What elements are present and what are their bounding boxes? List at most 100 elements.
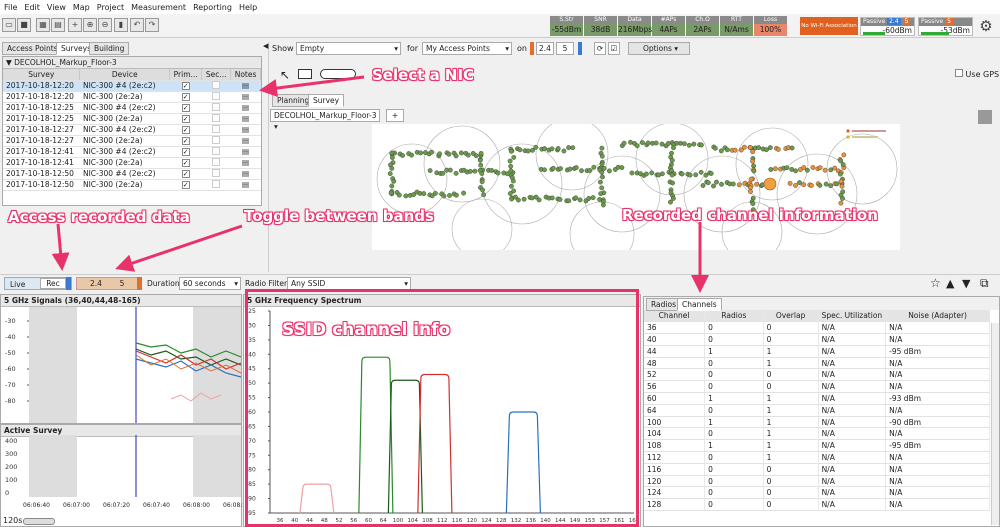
survey-row[interactable]: 2017-10-18-12:25 NIC-300 #4 (2e:c2) ✓ ▤: [3, 102, 261, 114]
radio-filter-dropdown[interactable]: Any SSID ▾: [287, 277, 411, 290]
channel-row[interactable]: 112 0 1 N/A N/A: [644, 451, 990, 464]
survey-col-header[interactable]: Notes: [230, 69, 261, 81]
floor-plan-map[interactable]: [372, 124, 900, 250]
ruler-icon[interactable]: [298, 69, 312, 79]
channel-row[interactable]: 48 0 1 N/A N/A: [644, 357, 990, 370]
notes-icon[interactable]: ▤: [242, 147, 249, 156]
secondary-checkbox[interactable]: [212, 157, 221, 166]
channel-row[interactable]: 40 0 0 N/A N/A: [644, 333, 990, 346]
menu-help[interactable]: Help: [239, 3, 257, 12]
notes-icon[interactable]: ▤: [242, 92, 249, 101]
channel-row[interactable]: 104 0 1 N/A N/A: [644, 427, 990, 441]
channel-row[interactable]: 120 0 0 N/A N/A: [644, 475, 990, 488]
secondary-checkbox[interactable]: [212, 80, 221, 89]
secondary-checkbox[interactable]: [212, 124, 221, 133]
secondary-checkbox[interactable]: [212, 179, 221, 188]
chart-icon[interactable]: ▮: [114, 18, 128, 32]
primary-checkbox[interactable]: ✓: [181, 82, 190, 90]
notes-icon[interactable]: ▤: [242, 103, 249, 112]
channel-row[interactable]: 64 0 1 N/A N/A: [644, 404, 990, 417]
checkbox-toggle[interactable]: ☑: [608, 42, 620, 55]
survey-row[interactable]: 2017-10-18-12:50 NIC-300 #4 (2e:c2) ✓ ▤: [3, 168, 261, 180]
channel-col-header[interactable]: Spec. Utilization: [818, 310, 887, 323]
notes-icon[interactable]: ▤: [242, 158, 249, 167]
menu-measurement[interactable]: Measurement: [131, 3, 186, 12]
map-band-2-4-button[interactable]: 2.4: [536, 42, 554, 55]
collapse-arrow-icon[interactable]: ◀: [263, 42, 268, 50]
redo-icon[interactable]: ↷: [145, 18, 159, 32]
settings-gear-icon[interactable]: ⚙: [978, 18, 994, 34]
channel-row[interactable]: 116 0 0 N/A N/A: [644, 463, 990, 476]
band-2-4-button[interactable]: 2.4: [84, 279, 108, 288]
primary-checkbox[interactable]: ✓: [181, 137, 190, 145]
menu-map[interactable]: Map: [73, 3, 90, 12]
move-up-icon[interactable]: ▲: [946, 277, 954, 290]
notes-icon[interactable]: ▤: [242, 114, 249, 123]
for-dropdown[interactable]: My Access Points ▾: [422, 42, 512, 55]
map-band-5-button[interactable]: 5: [556, 42, 574, 55]
floor-dropdown[interactable]: DECOLHOL_Markup_Floor-3 ▾: [270, 109, 380, 131]
survey-row[interactable]: 2017-10-18-12:27 NIC-300 (2e:2a) ✓ ▤: [3, 135, 261, 147]
secondary-checkbox[interactable]: [212, 91, 221, 100]
survey-col-header[interactable]: Sec...: [201, 69, 232, 81]
survey-row[interactable]: 2017-10-18-12:50 NIC-300 (2e:2a) ✓ ▤: [3, 179, 261, 191]
primary-checkbox[interactable]: ✓: [181, 148, 190, 156]
channel-row[interactable]: 56 0 0 N/A N/A: [644, 380, 990, 394]
refresh-icon[interactable]: ⟳: [594, 42, 606, 55]
primary-checkbox[interactable]: ✓: [181, 170, 190, 178]
survey-row[interactable]: 2017-10-18-12:41 NIC-300 (2e:2a) ✓ ▤: [3, 157, 261, 169]
channel-col-header[interactable]: Channel: [644, 310, 706, 323]
survey-row[interactable]: 2017-10-18-12:20 NIC-300 (2e:2a) ✓ ▤: [3, 91, 261, 103]
channel-row[interactable]: 108 1 1 N/A -95 dBm: [644, 439, 990, 453]
channel-row[interactable]: 124 0 0 N/A N/A: [644, 486, 990, 500]
map-corner-icon[interactable]: [978, 110, 992, 124]
band-5-button[interactable]: 5: [112, 279, 132, 288]
tab-building[interactable]: Building: [89, 42, 130, 55]
survey-group-header[interactable]: ▼ DECOLHOL_Markup_Floor-3: [3, 57, 261, 69]
channel-col-header[interactable]: Overlap: [763, 310, 819, 323]
panel-splitter[interactable]: ◀: [263, 42, 269, 272]
options-button[interactable]: Options ▾: [628, 42, 690, 55]
primary-checkbox[interactable]: ✓: [181, 93, 190, 101]
channel-row[interactable]: 36 0 0 N/A N/A: [644, 321, 990, 335]
notes-icon[interactable]: ▤: [242, 180, 249, 189]
menu-reporting[interactable]: Reporting: [193, 3, 232, 12]
secondary-checkbox[interactable]: [212, 135, 221, 144]
survey-col-header[interactable]: Device: [79, 69, 171, 81]
undo-icon[interactable]: ↶: [130, 18, 144, 32]
tab-access-points[interactable]: Access Points: [2, 42, 63, 55]
open-folder-icon[interactable]: ▭: [2, 18, 16, 32]
pointer-icon[interactable]: ↖: [280, 68, 290, 82]
move-down-icon[interactable]: ▼: [962, 277, 970, 290]
secondary-checkbox[interactable]: [212, 102, 221, 111]
save-icon[interactable]: ■: [17, 18, 31, 32]
secondary-checkbox[interactable]: [212, 146, 221, 155]
show-dropdown[interactable]: Empty ▾: [296, 42, 401, 55]
zoom-in-icon[interactable]: ⊕: [83, 18, 97, 32]
notes-icon[interactable]: ▤: [242, 136, 249, 145]
menu-view[interactable]: View: [47, 3, 66, 12]
channel-col-header[interactable]: Noise (Adapter): [885, 310, 990, 323]
survey-col-header[interactable]: Prim...: [169, 69, 203, 81]
channel-row[interactable]: 44 1 1 N/A -95 dBm: [644, 345, 990, 358]
zoom-out-icon[interactable]: ⊖: [98, 18, 112, 32]
survey-row[interactable]: 2017-10-18-12:20 NIC-300 #4 (2e:c2) ✓ ▤: [3, 80, 261, 92]
favorite-star-icon[interactable]: ☆: [930, 276, 941, 290]
primary-checkbox[interactable]: ✓: [181, 181, 190, 189]
rec-button[interactable]: Rec: [40, 278, 66, 289]
tab-radios[interactable]: Radios: [646, 298, 681, 311]
grid-icon[interactable]: ▦: [36, 18, 50, 32]
duration-dropdown[interactable]: 60 seconds ▾: [179, 277, 241, 290]
primary-checkbox[interactable]: ✓: [181, 115, 190, 123]
channel-row[interactable]: 52 0 0 N/A N/A: [644, 368, 990, 382]
tab-survey[interactable]: Survey: [308, 94, 345, 107]
notes-icon[interactable]: ▤: [242, 81, 249, 90]
primary-checkbox[interactable]: ✓: [181, 126, 190, 134]
live-button[interactable]: Live: [10, 280, 25, 289]
survey-col-header[interactable]: Survey: [3, 69, 81, 81]
channels-scrollbar[interactable]: [991, 323, 999, 525]
menu-edit[interactable]: Edit: [24, 3, 40, 12]
tab-channels[interactable]: Channels: [677, 298, 722, 311]
time-scrollbar[interactable]: [23, 518, 55, 525]
nic-selector-icon[interactable]: [320, 69, 356, 79]
